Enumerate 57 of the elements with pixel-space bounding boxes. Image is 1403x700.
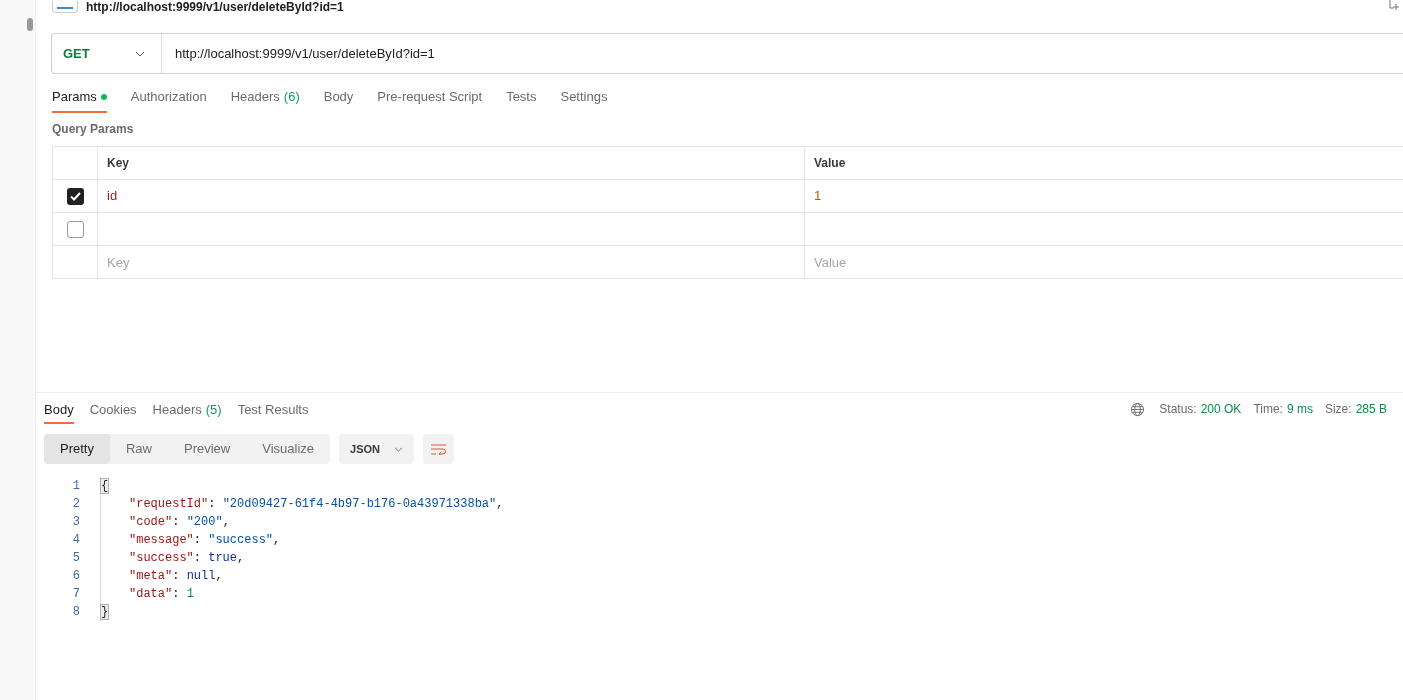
- response-tab[interactable]: Test Results: [237, 400, 309, 424]
- status-value: 285 B: [1355, 401, 1387, 418]
- view-tab[interactable]: Raw: [109, 434, 168, 464]
- line-number: 1: [71, 478, 81, 495]
- globe-icon[interactable]: [1130, 401, 1146, 417]
- code-line: "meta": null,: [129, 568, 223, 585]
- scrollbar-thumb[interactable]: [27, 18, 33, 31]
- request-title: http://localhost:9999/v1/user/deleteById?id=1: [86, 1, 344, 13]
- request-tab[interactable]: Pre-request Script: [377, 88, 483, 113]
- line-number: 8: [71, 604, 81, 621]
- key-input[interactable]: Key: [98, 246, 804, 278]
- code-line: "message": "success",: [129, 532, 281, 549]
- column-header: Key: [98, 147, 805, 179]
- check-icon: [69, 191, 81, 201]
- column-header: Value: [813, 155, 847, 172]
- format-dropdown[interactable]: JSON: [339, 434, 414, 464]
- request-tab[interactable]: Authorization: [130, 88, 207, 113]
- code-line: "requestId": "20d09427-61f4-4b97-b176-0a43971338ba",: [129, 496, 504, 513]
- chevron-down-icon: [135, 50, 145, 57]
- line-number: 4: [71, 532, 81, 549]
- view-tab[interactable]: Pretty: [44, 434, 110, 464]
- request-tab[interactable]: Headers (6): [230, 88, 300, 113]
- chevron-down-icon: [394, 446, 403, 452]
- code-line: "code": "200",: [129, 514, 230, 531]
- line-number: 7: [71, 586, 81, 603]
- response-tab[interactable]: Body: [44, 400, 74, 424]
- view-tab[interactable]: Preview: [168, 434, 247, 464]
- checkbox[interactable]: [66, 187, 84, 205]
- status-value: 200 OK: [1200, 401, 1242, 418]
- response-tab[interactable]: Cookies: [89, 400, 137, 424]
- view-tab[interactable]: Visualize: [246, 434, 331, 464]
- request-tab[interactable]: Tests: [506, 88, 537, 113]
- request-tab[interactable]: Params: [52, 88, 107, 113]
- wrap-lines-button[interactable]: [423, 434, 454, 464]
- param-value[interactable]: 1: [814, 186, 822, 206]
- checkbox[interactable]: [66, 220, 84, 238]
- line-number: 3: [71, 514, 81, 531]
- status-label: Size:: [1324, 401, 1352, 418]
- line-number: 2: [71, 496, 81, 513]
- status-label: Status:: [1159, 401, 1197, 418]
- response-tab[interactable]: Headers (5): [152, 400, 222, 424]
- status-value: 9 ms: [1286, 401, 1313, 418]
- url-field[interactable]: GET http://localhost:9999/v1/user/deleteById?id=1: [51, 33, 1403, 74]
- section-title: Query Params: [52, 121, 135, 138]
- line-number: 5: [71, 550, 81, 567]
- param-key[interactable]: id: [107, 186, 118, 206]
- method-dropdown[interactable]: GET: [52, 34, 162, 73]
- request-tab[interactable]: Settings: [560, 88, 608, 113]
- http-icon: [52, 1, 78, 13]
- status-label: Time:: [1253, 401, 1283, 418]
- code-line: "success": true,: [129, 550, 245, 567]
- value-input[interactable]: Value: [805, 246, 1403, 278]
- add-icon[interactable]: [1388, 0, 1400, 10]
- line-number: 6: [71, 568, 81, 585]
- code-line: "data": 1: [129, 586, 194, 603]
- wrap-lines-icon: [431, 443, 446, 455]
- request-tab[interactable]: Body: [323, 88, 354, 113]
